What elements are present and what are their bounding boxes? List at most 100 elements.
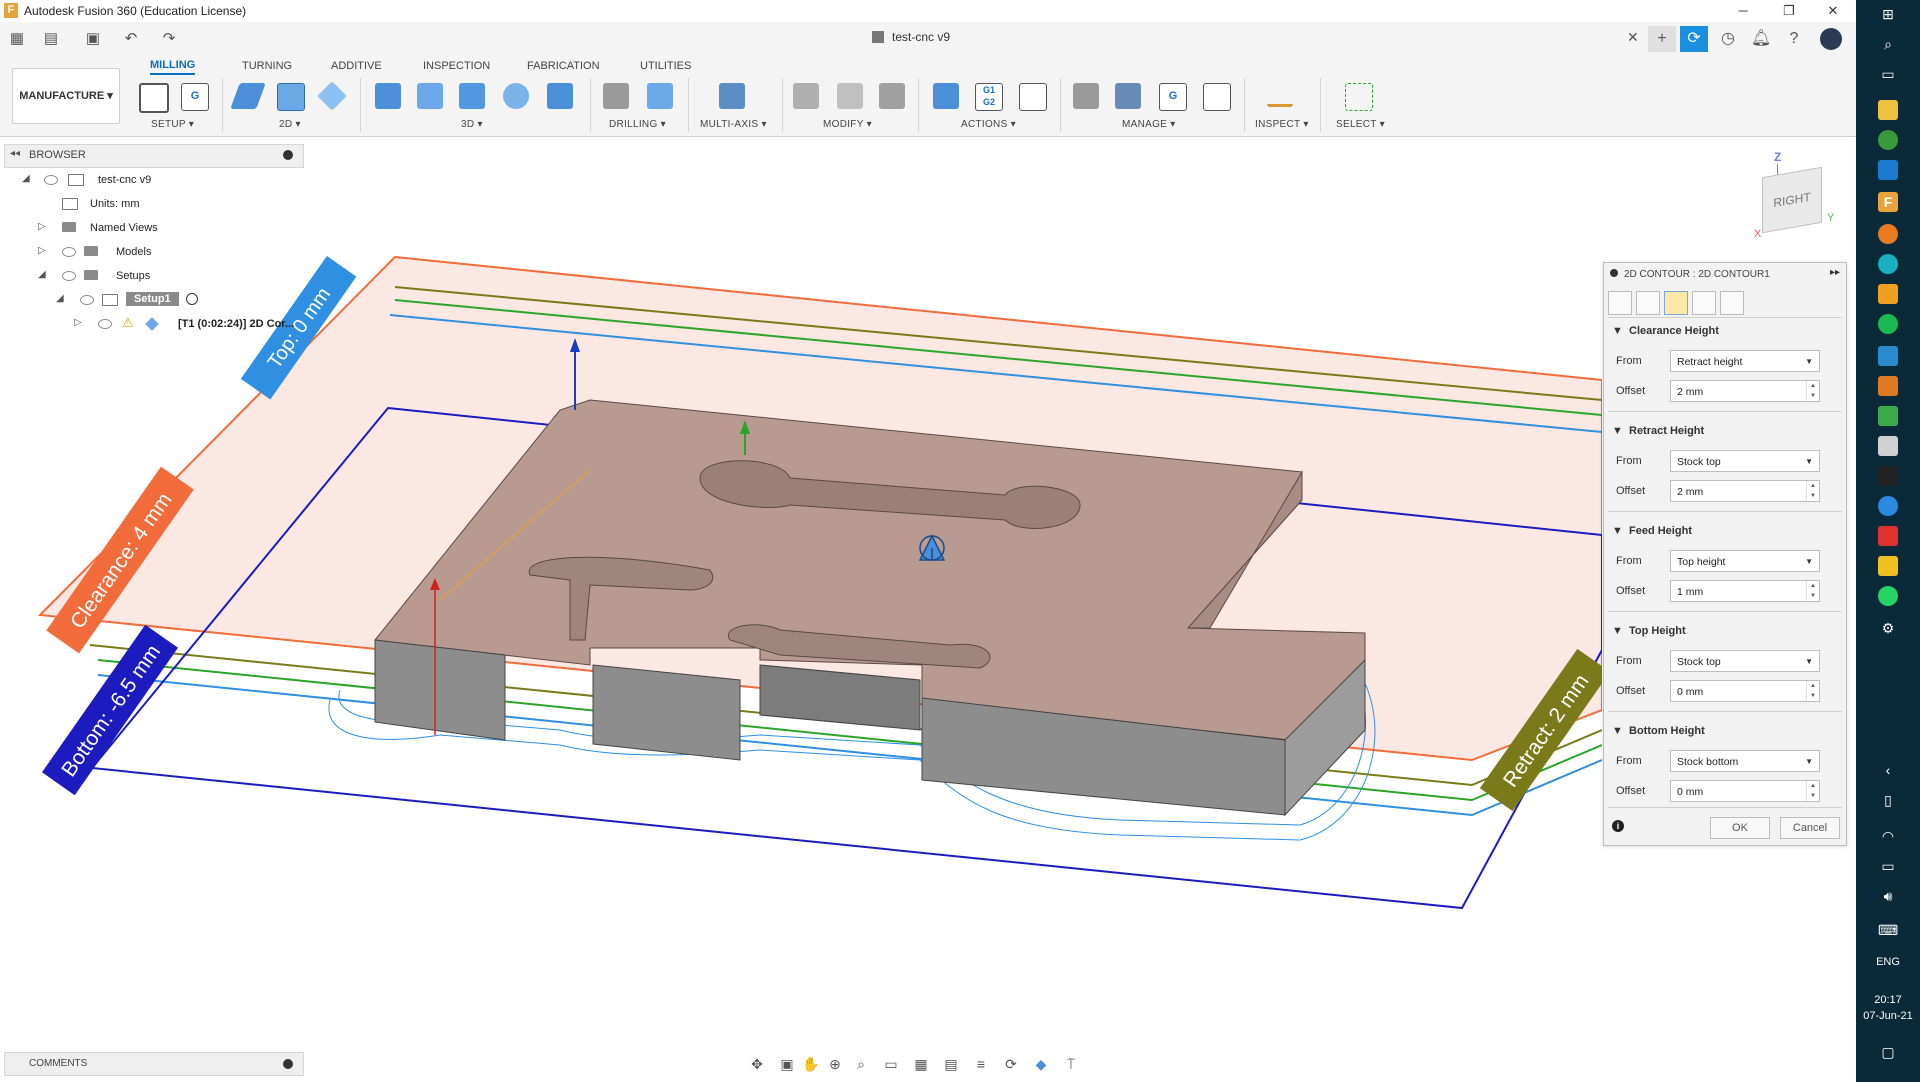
measure-tool[interactable] <box>1264 80 1296 112</box>
section-retract-height[interactable]: ▼ Retract Height <box>1612 425 1704 437</box>
expand-triangle-icon[interactable]: ▷ <box>74 317 82 328</box>
multi-axis-tool[interactable] <box>716 80 748 112</box>
tab-turning[interactable]: TURNING <box>242 60 292 72</box>
collapse-triangle-icon[interactable]: ◢ <box>22 173 30 184</box>
job-status-icon[interactable]: ◷ <box>1714 26 1742 52</box>
group-multi-axis[interactable]: MULTI-AXIS ▾ <box>700 119 767 130</box>
collapse-triangle-icon[interactable]: ◢ <box>38 269 46 280</box>
drill-tool[interactable] <box>600 80 632 112</box>
visibility-eye-icon[interactable] <box>62 271 76 281</box>
app-icon[interactable] <box>1878 160 1898 180</box>
look-at-icon[interactable]: ▣ <box>778 1055 796 1073</box>
machine-library-tool[interactable] <box>1112 80 1144 112</box>
language-indicator[interactable]: ENG <box>1856 956 1920 968</box>
tab-utilities[interactable]: UTILITIES <box>640 60 691 72</box>
section-top-height[interactable]: ▼ Top Height <box>1612 625 1686 637</box>
clearance-from-select[interactable]: Retract height ▼ <box>1670 350 1820 372</box>
top-offset-input[interactable]: 0 mm ▲ ▼ <box>1670 680 1820 702</box>
contour-tool[interactable] <box>500 80 532 112</box>
settings-gear-icon[interactable]: ⚙ <box>1878 618 1898 638</box>
chrome-icon[interactable] <box>1878 130 1898 150</box>
app-icon[interactable] <box>1878 466 1898 486</box>
keep-icon[interactable] <box>1878 556 1898 576</box>
fusion-taskbar-icon[interactable]: F <box>1878 192 1898 212</box>
zoom-icon[interactable]: ⊕ <box>826 1055 844 1073</box>
tree-item-operation[interactable]: ▷ ⚠ [T1 (0:02:24)] 2D Cor... <box>20 314 300 334</box>
search-icon[interactable]: ⌕ <box>1878 34 1898 54</box>
group-modify[interactable]: MODIFY ▾ <box>823 119 872 130</box>
pan-icon[interactable]: ✋ <box>802 1055 820 1073</box>
tree-item-named-views[interactable]: ▷ Named Views <box>20 218 300 238</box>
activate-setup-icon[interactable] <box>186 293 198 305</box>
expand-triangle-icon[interactable]: ▷ <box>38 221 46 232</box>
section-bottom-height[interactable]: ▼ Bottom Height <box>1612 725 1705 737</box>
nc-program-tool[interactable]: G <box>178 80 210 112</box>
feed-offset-input[interactable]: 1 mm ▲ ▼ <box>1670 580 1820 602</box>
tab-inspection[interactable]: INSPECTION <box>423 60 490 72</box>
file-explorer-icon[interactable] <box>1878 100 1898 120</box>
chevron-left-icon[interactable]: ‹ <box>1878 760 1898 780</box>
group-setup[interactable]: SETUP ▾ <box>151 119 194 130</box>
close-tab-icon[interactable]: ✕ <box>1627 29 1639 46</box>
new-setup-tool[interactable] <box>136 80 169 113</box>
spinner-icon[interactable]: ▲ ▼ <box>1806 481 1819 501</box>
expand-dialog-icon[interactable]: ▸▸ <box>1830 267 1840 278</box>
close-window-button[interactable]: ✕ <box>1810 0 1856 22</box>
add-comment-icon[interactable] <box>283 1059 293 1069</box>
parallel-tool[interactable] <box>456 80 488 112</box>
group-drilling[interactable]: DRILLING ▾ <box>609 119 666 130</box>
group-manage[interactable]: MANAGE ▾ <box>1122 119 1176 130</box>
windows-start-icon[interactable]: ⊞ <box>1878 4 1898 24</box>
vlc-icon[interactable] <box>1878 284 1898 304</box>
tool-library-tool[interactable] <box>1070 80 1102 112</box>
spotify-icon[interactable] <box>1878 314 1898 334</box>
viewcube[interactable]: RIGHT <box>1762 166 1822 234</box>
retract-offset-input[interactable]: 2 mm ▲ ▼ <box>1670 480 1820 502</box>
save-icon[interactable]: ▣ <box>84 29 102 49</box>
select-tool[interactable] <box>1342 80 1374 112</box>
app-icon[interactable] <box>1878 436 1898 456</box>
sublime-icon[interactable] <box>1878 376 1898 396</box>
app-icon[interactable] <box>1878 406 1898 426</box>
whatsapp-icon[interactable] <box>1878 586 1898 606</box>
info-icon[interactable]: i <box>1612 820 1624 832</box>
spinner-icon[interactable]: ▲ ▼ <box>1806 781 1819 801</box>
tab-heights-icon[interactable] <box>1664 291 1688 315</box>
notifications-icon[interactable]: 🔔︎ <box>1747 26 1775 52</box>
grid-icon[interactable]: ▦ <box>912 1055 930 1073</box>
section-icon[interactable]: ≡ <box>972 1055 990 1073</box>
new-tab-icon[interactable]: + <box>1648 26 1676 52</box>
tab-tool-icon[interactable] <box>1608 291 1632 315</box>
app-grid-icon[interactable]: ▦ <box>8 29 26 49</box>
2d-adaptive-tool[interactable] <box>230 80 266 112</box>
zoom-app-icon[interactable] <box>1878 496 1898 516</box>
top-from-select[interactable]: Stock top ▼ <box>1670 650 1820 672</box>
tree-item-setup1[interactable]: ◢ Setup1 <box>20 290 300 310</box>
simulate-tool[interactable] <box>930 80 962 112</box>
trim-tool[interactable] <box>790 80 822 112</box>
task-view-icon[interactable]: ▭ <box>1878 64 1898 84</box>
collapse-browser-icon[interactable]: ◂◂ <box>10 148 20 159</box>
3d-adaptive-tool[interactable] <box>372 80 404 112</box>
tab-additive[interactable]: ADDITIVE <box>331 60 382 72</box>
retract-from-select[interactable]: Stock top ▼ <box>1670 450 1820 472</box>
tree-item-setups[interactable]: ◢ Setups <box>20 266 300 286</box>
battery-icon[interactable]: ▭ <box>1878 856 1898 876</box>
ok-button[interactable]: OK <box>1710 817 1770 839</box>
tab-fabrication[interactable]: FABRICATION <box>527 60 600 72</box>
keyboard-icon[interactable]: ⌨ <box>1878 920 1898 940</box>
group-3d[interactable]: 3D ▾ <box>461 119 483 130</box>
section-clearance-height[interactable]: ▼ Clearance Height <box>1612 325 1719 337</box>
arduino-icon[interactable] <box>1878 254 1898 274</box>
visibility-eye-icon[interactable] <box>44 175 58 185</box>
face-tool[interactable] <box>316 80 348 112</box>
clock-date[interactable]: 07-Jun-21 <box>1856 1010 1920 1022</box>
scallop-tool[interactable] <box>544 80 576 112</box>
tab-milling[interactable]: MILLING <box>150 59 196 75</box>
browser-pin-icon[interactable] <box>283 150 293 160</box>
bottom-from-select[interactable]: Stock bottom ▼ <box>1670 750 1820 772</box>
minimize-button[interactable]: ─ <box>1720 0 1766 22</box>
tree-item-models[interactable]: ▷ Models <box>20 242 300 262</box>
group-2d[interactable]: 2D ▾ <box>279 119 301 130</box>
template-library-tool[interactable] <box>1200 80 1232 112</box>
